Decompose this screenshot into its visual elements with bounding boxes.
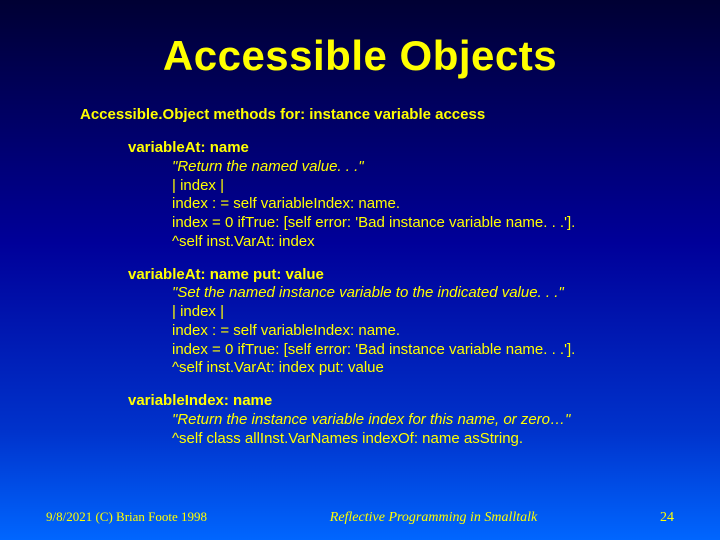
- method-comment: "Set the named instance variable to the …: [172, 284, 680, 303]
- footer-date-copyright: 9/8/2021 (C) Brian Foote 1998: [46, 509, 207, 525]
- slide-footer: 9/8/2021 (C) Brian Foote 1998 Reflective…: [0, 509, 720, 526]
- method-block-2: variableIndex: name "Return the instance…: [128, 392, 680, 448]
- code-line: ^self inst.VarAt: index: [172, 233, 680, 252]
- method-body: "Return the named value. . ." | index | …: [172, 158, 680, 252]
- method-comment: "Return the instance variable index for …: [172, 411, 680, 430]
- method-body: "Set the named instance variable to the …: [172, 284, 680, 378]
- page-number: 24: [660, 510, 674, 526]
- method-block-0: variableAt: name "Return the named value…: [128, 139, 680, 252]
- method-block-1: variableAt: name put: value "Set the nam…: [128, 266, 680, 379]
- slide: Accessible Objects Accessible.Object met…: [0, 0, 720, 540]
- code-line: ^self class allInst.VarNames indexOf: na…: [172, 430, 680, 449]
- method-signature: variableAt: name put: value: [128, 266, 680, 285]
- method-signature: variableIndex: name: [128, 392, 680, 411]
- code-line: | index |: [172, 303, 680, 322]
- code-line: index : = self variableIndex: name.: [172, 322, 680, 341]
- slide-title: Accessible Objects: [40, 32, 680, 80]
- code-line: index = 0 ifTrue: [self error: 'Bad inst…: [172, 341, 680, 360]
- code-line: | index |: [172, 177, 680, 196]
- methods-heading: Accessible.Object methods for: instance …: [80, 106, 680, 123]
- method-signature: variableAt: name: [128, 139, 680, 158]
- footer-title: Reflective Programming in Smalltalk: [330, 510, 538, 526]
- code-line: index : = self variableIndex: name.: [172, 195, 680, 214]
- method-body: "Return the instance variable index for …: [172, 411, 680, 449]
- method-comment: "Return the named value. . .": [172, 158, 680, 177]
- code-line: ^self inst.VarAt: index put: value: [172, 359, 680, 378]
- code-line: index = 0 ifTrue: [self error: 'Bad inst…: [172, 214, 680, 233]
